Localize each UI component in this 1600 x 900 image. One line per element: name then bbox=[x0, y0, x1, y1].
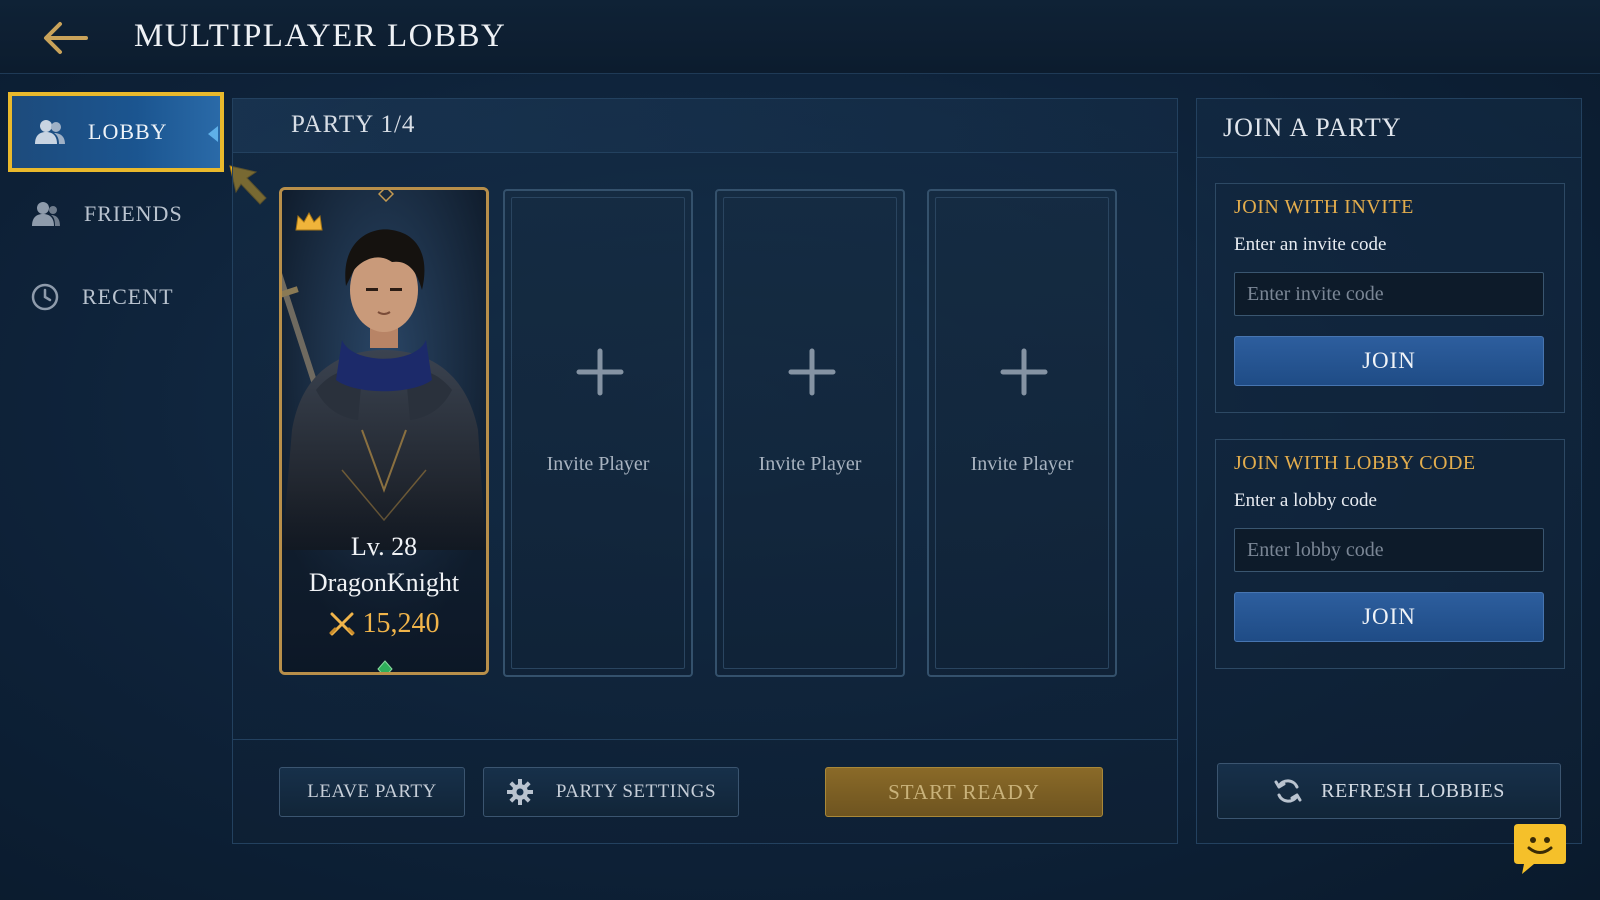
gear-icon bbox=[506, 779, 533, 805]
invite-player-label: Invite Player bbox=[758, 453, 862, 475]
party-header: PARTY 1/4 bbox=[233, 99, 1177, 153]
diamond-ornament-icon bbox=[378, 190, 394, 202]
join-lobby-description: Enter a lobby code bbox=[1234, 490, 1377, 511]
plus-icon bbox=[576, 348, 624, 396]
divider bbox=[1197, 157, 1581, 158]
join-invite-description: Enter an invite code bbox=[1234, 234, 1387, 255]
smiley-chat-icon bbox=[1514, 824, 1566, 874]
sidebar-item-label: RECENT bbox=[82, 284, 174, 309]
invite-code-input[interactable] bbox=[1234, 272, 1544, 316]
emerald-gem-icon bbox=[377, 660, 393, 672]
leave-party-button[interactable]: LEAVE PARTY bbox=[279, 767, 465, 817]
refresh-lobbies-button[interactable]: REFRESH LOBBIES bbox=[1217, 763, 1561, 819]
sidebar-item-lobby[interactable]: LOBBY bbox=[8, 92, 224, 172]
player-card[interactable]: Lv. 28 DragonKnight 15,240 bbox=[279, 187, 489, 675]
invite-slot-2[interactable]: Invite Player bbox=[503, 189, 693, 677]
player-name: DragonKnight bbox=[308, 568, 460, 597]
lobby-code-input[interactable] bbox=[1234, 528, 1544, 572]
sidebar-item-label: LOBBY bbox=[88, 119, 168, 144]
page-title: MULTIPLAYER LOBBY bbox=[134, 18, 507, 54]
invite-player-label: Invite Player bbox=[546, 453, 650, 475]
player-level: Lv. 28 bbox=[350, 532, 418, 561]
plus-icon bbox=[788, 348, 836, 396]
divider bbox=[233, 739, 1177, 740]
start-ready-button[interactable]: START READY bbox=[825, 767, 1103, 817]
refresh-icon bbox=[1274, 779, 1302, 803]
sidebar-item-label: FRIENDS bbox=[84, 201, 183, 226]
join-title: JOIN A PARTY bbox=[1223, 113, 1402, 142]
header-bar: MULTIPLAYER LOBBY bbox=[0, 0, 1600, 74]
refresh-lobbies-label: REFRESH LOBBIES bbox=[1321, 779, 1505, 802]
join-invite-button[interactable]: JOIN bbox=[1234, 336, 1544, 386]
invite-slot-3[interactable]: Invite Player bbox=[715, 189, 905, 677]
slot-frame bbox=[935, 197, 1109, 669]
plus-icon bbox=[1000, 348, 1048, 396]
join-lobby-section: JOIN WITH LOBBY CODE Enter a lobby code … bbox=[1215, 439, 1565, 669]
arrow-left-icon bbox=[44, 22, 88, 54]
invite-player-label: Invite Player bbox=[970, 453, 1074, 475]
slot-frame bbox=[723, 197, 897, 669]
join-lobby-title: JOIN WITH LOBBY CODE bbox=[1234, 452, 1476, 474]
party-settings-button[interactable]: PARTY SETTINGS bbox=[483, 767, 739, 817]
join-lobby-button[interactable]: JOIN bbox=[1234, 592, 1544, 642]
invite-slot-4[interactable]: Invite Player bbox=[927, 189, 1117, 677]
sidebar: LOBBY FRIENDS RECENT bbox=[0, 74, 228, 900]
active-caret-icon bbox=[208, 126, 218, 142]
crown-icon bbox=[295, 211, 323, 231]
sidebar-item-friends[interactable]: FRIENDS bbox=[8, 174, 224, 254]
player-power: 15,240 bbox=[362, 608, 440, 639]
crossed-swords-icon bbox=[329, 612, 354, 636]
chat-bubble-button[interactable] bbox=[1512, 820, 1568, 876]
clock-icon bbox=[31, 283, 59, 311]
users-icon bbox=[35, 120, 65, 144]
player-power-row: 15,240 bbox=[282, 608, 486, 640]
party-title: PARTY 1/4 bbox=[291, 111, 416, 138]
slot-frame bbox=[511, 197, 685, 669]
sidebar-item-recent[interactable]: RECENT bbox=[8, 257, 224, 337]
join-invite-section: JOIN WITH INVITE Enter an invite code JO… bbox=[1215, 183, 1565, 413]
join-panel: JOIN A PARTY JOIN WITH INVITE Enter an i… bbox=[1196, 98, 1582, 844]
party-settings-label: PARTY SETTINGS bbox=[555, 781, 717, 802]
back-button[interactable] bbox=[38, 16, 92, 60]
user-icon bbox=[32, 202, 60, 226]
knight-portrait bbox=[282, 190, 486, 672]
party-panel: PARTY 1/4 Lv. 28 DragonKnight 15,240 Inv… bbox=[232, 98, 1178, 844]
join-invite-title: JOIN WITH INVITE bbox=[1234, 196, 1414, 218]
